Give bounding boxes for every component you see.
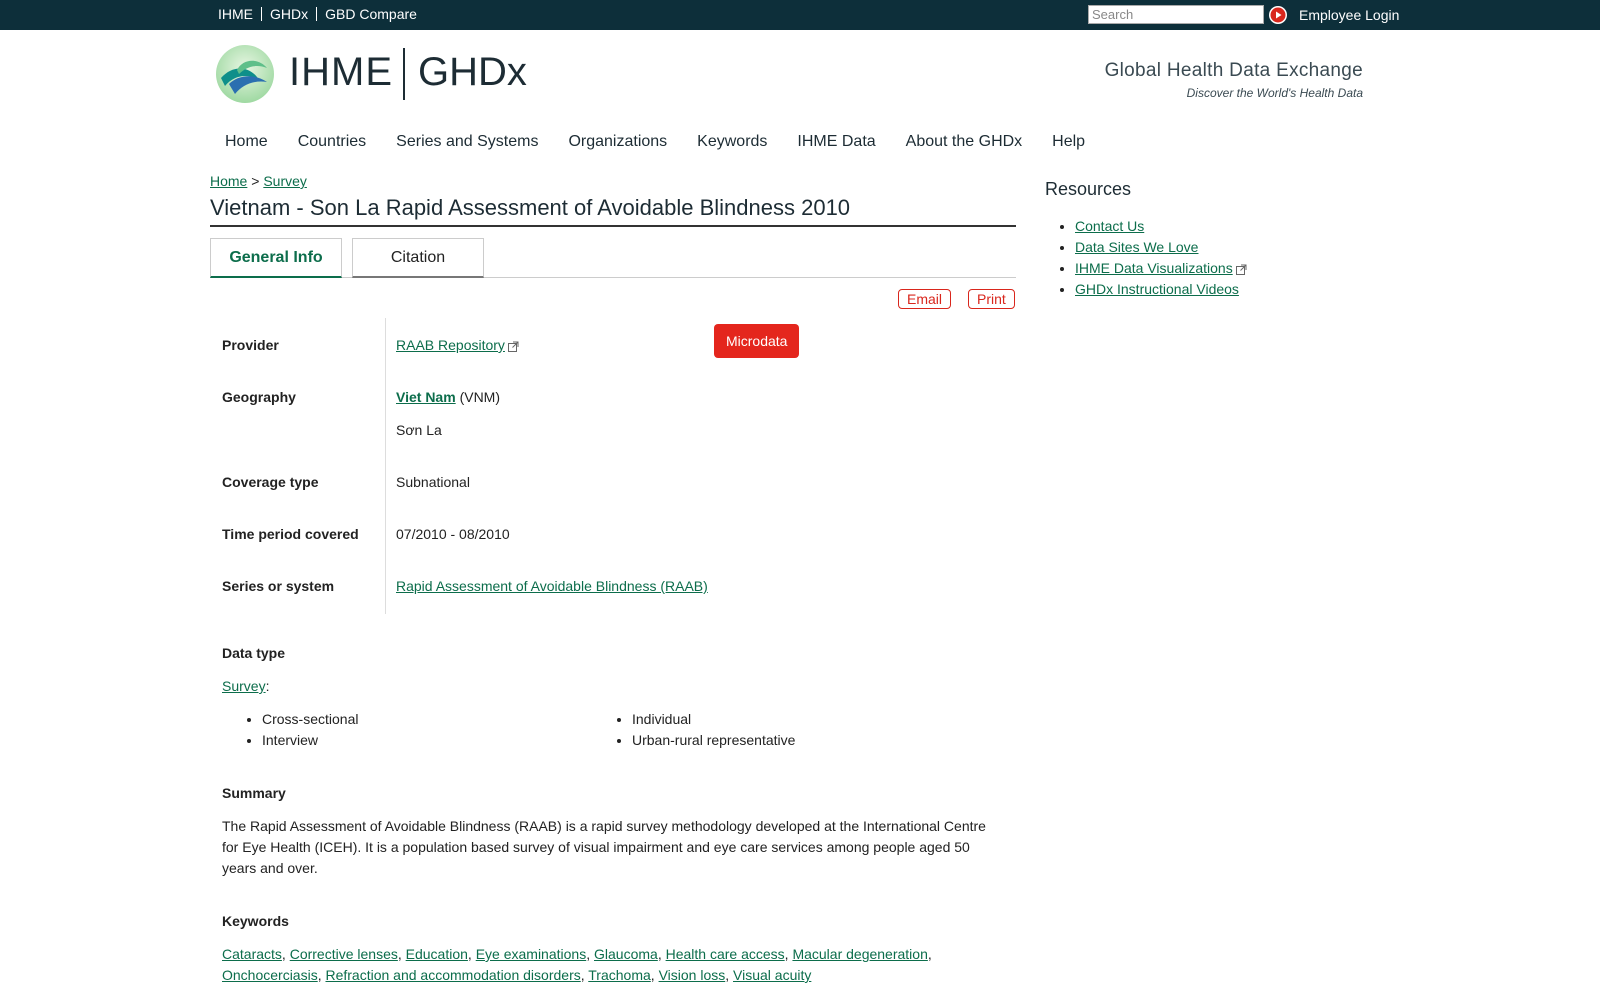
resources-title: Resources: [1045, 179, 1132, 199]
resource-contact-us[interactable]: Contact Us: [1075, 218, 1144, 234]
print-button[interactable]: Print: [968, 289, 1015, 309]
provider-link[interactable]: RAAB Repository: [396, 337, 505, 353]
list-item: Individual: [632, 709, 795, 730]
email-button[interactable]: Email: [898, 289, 952, 309]
play-icon: [1270, 7, 1286, 23]
geography-code: (VNM): [459, 389, 500, 405]
info-divider: [385, 318, 386, 614]
external-link-icon: [507, 341, 519, 352]
keyword-link[interactable]: Refraction and accommodation disorders: [325, 967, 580, 983]
employee-login-link[interactable]: Employee Login: [1299, 7, 1399, 23]
nav-item-keywords[interactable]: Keywords: [682, 133, 782, 151]
provider-label: Provider: [222, 337, 279, 353]
resource-ihme-viz[interactable]: IHME Data Visualizations: [1075, 260, 1233, 276]
data-type-label: Data type: [222, 645, 286, 661]
nav-item-ihme-data[interactable]: IHME Data: [782, 133, 890, 151]
nav-item-series-and-systems[interactable]: Series and Systems: [381, 133, 553, 151]
main-content: Home > Survey Vietnam - Son La Rapid Ass…: [210, 173, 1016, 983]
data-type-list-2: Individual Urban-rural representative: [614, 709, 795, 751]
list-item: Interview: [262, 730, 358, 751]
tab-bar: General Info Citation: [210, 238, 1016, 278]
keyword-link[interactable]: Corrective lenses: [290, 946, 398, 962]
coverage-value: Subnational: [396, 474, 470, 490]
main-nav: Home Countries Series and Systems Organi…: [210, 133, 1100, 151]
data-type-colon: :: [265, 678, 270, 694]
nav-item-about[interactable]: About the GHDx: [891, 133, 1038, 151]
info-table: Provider RAAB Repository Microdata acces…: [222, 318, 1016, 618]
time-period-value: 07/2010 - 08/2010: [396, 526, 510, 542]
nav-item-home[interactable]: Home: [210, 133, 283, 151]
geography-value: Viet Nam (VNM): [396, 389, 500, 405]
keywords-label: Keywords: [222, 913, 289, 929]
list-item: GHDx Instructional Videos: [1075, 279, 1345, 300]
search-submit-button[interactable]: [1269, 6, 1287, 24]
logo-ghdx-text[interactable]: GHDx: [418, 50, 527, 95]
tagline-title: Global Health Data Exchange: [1104, 60, 1363, 81]
search-input[interactable]: [1088, 5, 1264, 24]
site-tagline: Global Health Data Exchange Discover the…: [1105, 60, 1363, 100]
keyword-link[interactable]: Cataracts: [222, 946, 282, 962]
keyword-link[interactable]: Visual acuity: [733, 967, 811, 983]
series-link[interactable]: Rapid Assessment of Avoidable Blindness …: [396, 578, 708, 594]
provider-value: RAAB Repository Microdata access: Regist…: [396, 324, 800, 417]
resources-list: Contact Us Data Sites We Love IHME Data …: [1045, 216, 1345, 300]
breadcrumb-survey[interactable]: Survey: [263, 173, 307, 189]
resource-videos[interactable]: GHDx Instructional Videos: [1075, 281, 1239, 297]
tab-citation[interactable]: Citation: [352, 238, 484, 278]
page-title: Vietnam - Son La Rapid Assessment of Avo…: [210, 195, 1016, 227]
coverage-label: Coverage type: [222, 474, 319, 490]
keyword-link[interactable]: Education: [406, 946, 468, 962]
logo-ihme-text[interactable]: IHME: [289, 50, 393, 95]
list-item: Contact Us: [1075, 216, 1345, 237]
microdata-register-button[interactable]: Microdata access: Register: [714, 324, 800, 417]
nav-item-organizations[interactable]: Organizations: [553, 133, 682, 151]
series-value: Rapid Assessment of Avoidable Blindness …: [396, 578, 708, 594]
breadcrumb-home[interactable]: Home: [210, 173, 247, 189]
summary-text: The Rapid Assessment of Avoidable Blindn…: [222, 818, 986, 876]
nav-item-countries[interactable]: Countries: [283, 133, 381, 151]
top-utility-bar: IHME GHDx GBD Compare Employee Login: [0, 0, 1600, 30]
list-item: IHME Data Visualizations: [1075, 258, 1345, 279]
keyword-link[interactable]: Macular degeneration: [792, 946, 927, 962]
breadcrumb-separator: >: [247, 173, 264, 189]
geography-label: Geography: [222, 389, 296, 405]
top-links: IHME GHDx GBD Compare: [218, 7, 425, 21]
tagline-subtitle: Discover the World's Health Data: [1186, 86, 1363, 100]
keywords-list: Cataracts, Corrective lenses, Education,…: [222, 946, 932, 983]
data-type-list-1: Cross-sectional Interview: [244, 709, 358, 751]
keyword-link[interactable]: Trachoma: [588, 967, 651, 983]
keyword-link[interactable]: Health care access: [666, 946, 785, 962]
list-item: Data Sites We Love: [1075, 237, 1345, 258]
geography-country-link[interactable]: Viet Nam: [396, 389, 456, 405]
data-type-survey-link[interactable]: Survey: [222, 678, 266, 694]
list-item: Urban-rural representative: [632, 730, 795, 751]
keyword-link[interactable]: Vision loss: [659, 967, 726, 983]
list-item: Cross-sectional: [262, 709, 358, 730]
keyword-link[interactable]: Eye examinations: [476, 946, 587, 962]
series-label: Series or system: [222, 578, 335, 594]
site-header: IHME GHDx Global Health Data Exchange Di…: [0, 30, 1600, 130]
resource-data-sites[interactable]: Data Sites We Love: [1075, 239, 1198, 255]
resources-sidebar: Resources Contact Us Data Sites We Love …: [1045, 179, 1345, 300]
external-link-icon: [1235, 264, 1247, 275]
tab-general-info[interactable]: General Info: [210, 238, 342, 278]
summary-label: Summary: [222, 785, 286, 801]
nav-item-help[interactable]: Help: [1037, 133, 1100, 151]
time-period-label: Time period covered: [222, 526, 359, 542]
action-bar: Email Print: [210, 278, 1016, 318]
keyword-link[interactable]: Onchocerciasis: [222, 967, 318, 983]
data-type-link-row: Survey:: [222, 678, 269, 694]
top-link-ghdx[interactable]: GHDx: [262, 7, 318, 21]
top-link-gbd-compare[interactable]: GBD Compare: [317, 7, 425, 21]
breadcrumb: Home > Survey: [210, 173, 1016, 189]
top-link-ihme[interactable]: IHME: [218, 7, 262, 21]
keyword-link[interactable]: Glaucoma: [594, 946, 658, 962]
logo-divider: [403, 48, 405, 100]
logo-mark-icon[interactable]: [215, 44, 275, 104]
geography-subnational: Sơn La: [396, 422, 442, 438]
